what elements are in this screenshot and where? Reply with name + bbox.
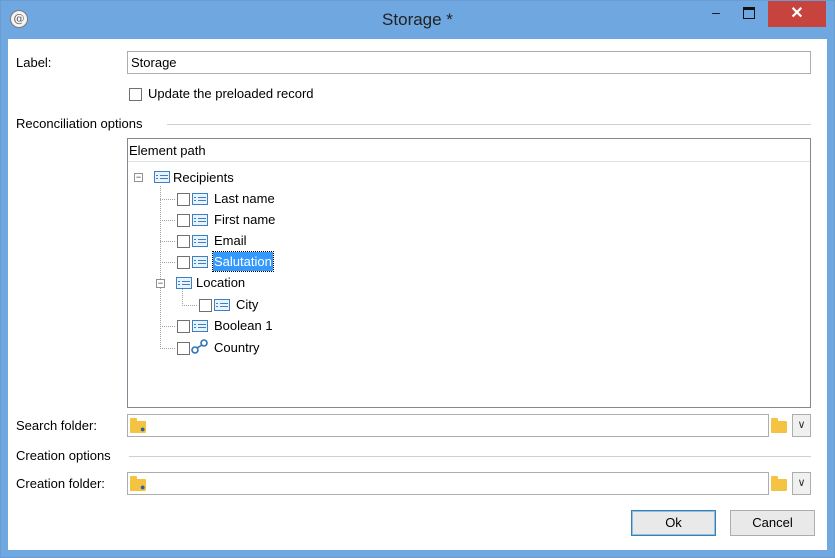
tree-node-checkbox[interactable] [177, 256, 190, 269]
update-preloaded-checkbox[interactable] [129, 88, 142, 101]
tree-node-recipients[interactable]: Recipients [173, 168, 234, 187]
section-divider [167, 124, 811, 125]
minimize-button[interactable]: – [701, 1, 731, 27]
tree-node-checkbox[interactable] [177, 214, 190, 227]
field-list-icon [192, 193, 208, 205]
tree-connector [182, 289, 183, 306]
creation-folder-input[interactable]: ● [127, 472, 769, 495]
tree-column-header[interactable]: Element path [128, 139, 810, 162]
update-preloaded-label: Update the preloaded record [148, 86, 314, 101]
tree-node-email[interactable]: Email [214, 231, 247, 250]
maximize-button[interactable] [734, 1, 764, 27]
cancel-button[interactable]: Cancel [730, 510, 815, 536]
user-icon: ● [140, 424, 146, 434]
user-icon: ● [140, 482, 146, 492]
tree-connector [160, 241, 175, 242]
creation-section-title: Creation options [16, 448, 111, 463]
tree-node-checkbox[interactable] [177, 193, 190, 206]
search-folder-input[interactable]: ● [127, 414, 769, 437]
element-list-icon [176, 277, 192, 289]
collapse-icon[interactable]: − [134, 173, 143, 182]
ok-button[interactable]: Ok [631, 510, 716, 536]
tree-connector [160, 326, 175, 327]
field-list-icon [192, 256, 208, 268]
element-list-icon [154, 171, 170, 183]
minimize-icon: – [712, 4, 720, 20]
label-input[interactable] [127, 51, 811, 74]
tree-node-checkbox[interactable] [177, 235, 190, 248]
title-bar[interactable]: @ Storage * – ✕ [1, 1, 834, 39]
section-divider [129, 456, 811, 457]
tree-header-label: Element path [129, 143, 206, 158]
tree-connector [160, 186, 161, 349]
dialog-window: @ Storage * – ✕ Label: Update the preloa… [0, 0, 835, 558]
tree-connector [160, 220, 175, 221]
tree-connector [182, 305, 197, 306]
tree-node-checkbox[interactable] [177, 342, 190, 355]
tree-node-salutation[interactable]: Salutation [212, 251, 274, 272]
tree-connector [160, 199, 175, 200]
close-icon: ✕ [790, 5, 804, 22]
tree-node-boolean-1[interactable]: Boolean 1 [214, 316, 273, 335]
reconciliation-section-title: Reconciliation options [16, 116, 143, 131]
browse-folder-icon[interactable] [771, 476, 787, 491]
tree-node-last-name[interactable]: Last name [214, 189, 275, 208]
browse-folder-icon[interactable] [771, 418, 787, 433]
tree-node-country[interactable]: Country [214, 338, 260, 357]
close-button[interactable]: ✕ [768, 1, 826, 27]
tree-node-checkbox[interactable] [199, 299, 212, 312]
field-list-icon [192, 214, 208, 226]
tree-node-checkbox[interactable] [177, 320, 190, 333]
field-list-icon [214, 299, 230, 311]
element-path-tree[interactable]: Element path − Recipients Last name Firs… [127, 138, 811, 408]
tree-node-first-name[interactable]: First name [214, 210, 275, 229]
creation-folder-caption: Creation folder: [16, 476, 105, 491]
tree-node-city[interactable]: City [236, 295, 258, 314]
collapse-icon[interactable]: − [156, 279, 165, 288]
tree-node-location[interactable]: Location [196, 273, 245, 292]
field-list-icon [192, 320, 208, 332]
search-folder-dropdown[interactable]: ∨ [792, 414, 811, 437]
search-folder-caption: Search folder: [16, 418, 97, 433]
field-list-icon [192, 235, 208, 247]
label-caption: Label: [16, 55, 52, 70]
creation-folder-dropdown[interactable]: ∨ [792, 472, 811, 495]
maximize-icon [743, 7, 755, 19]
dialog-body: Label: Update the preloaded record Recon… [8, 39, 827, 550]
tree-connector [160, 348, 175, 349]
tree-connector [160, 262, 175, 263]
link-icon [191, 339, 208, 354]
